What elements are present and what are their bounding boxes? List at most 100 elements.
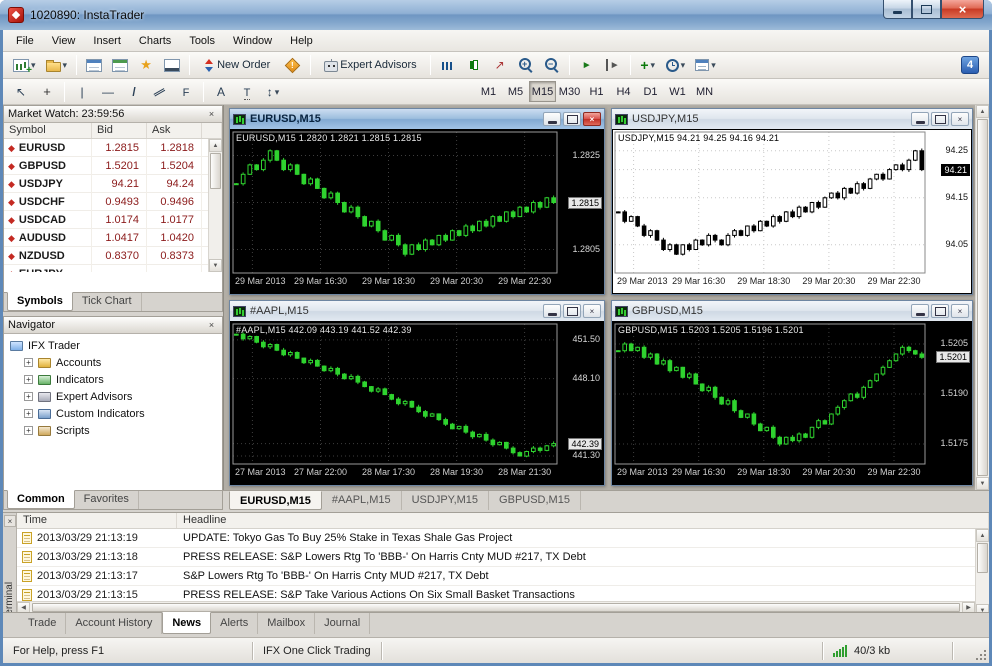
close-panel-icon[interactable] (4, 515, 16, 527)
restore-button[interactable] (931, 112, 949, 126)
templates-button[interactable] (691, 54, 720, 76)
market-watch-row[interactable]: USDCAD 1.01741.0177 (4, 211, 222, 229)
close-button[interactable] (583, 112, 601, 126)
chart-tab-gbpusd[interactable]: GBPUSD,M15 (489, 491, 581, 510)
menu-item-help[interactable]: Help (281, 32, 322, 50)
window-titlebar[interactable]: 1020890: InstaTrader (0, 0, 992, 30)
market-watch-row[interactable]: GBPUSD 1.52011.5204 (4, 157, 222, 175)
market-watch-row[interactable]: AUDUSD 1.04171.0420 (4, 229, 222, 247)
timeframe-button-m30[interactable]: M30 (556, 81, 583, 102)
tab-journal[interactable]: Journal (315, 613, 371, 634)
timeframe-button-w1[interactable]: W1 (664, 81, 691, 102)
tab-common[interactable]: Common (7, 490, 75, 509)
column-header-symbol[interactable]: Symbol (4, 123, 92, 138)
profiles-button[interactable] (42, 54, 72, 76)
menu-item-view[interactable]: View (43, 32, 85, 50)
minimize-button[interactable] (911, 304, 929, 318)
fibonacci-button[interactable] (174, 81, 198, 103)
text-button[interactable] (209, 81, 233, 103)
candlestick-chart[interactable]: USDJPY,M15 94.21 94.25 94.16 94.21 94.25 9… (613, 130, 971, 293)
trendline-button[interactable] (122, 81, 146, 103)
data-window-button[interactable] (108, 54, 132, 76)
scroll-down-icon[interactable] (976, 604, 989, 612)
restore-button[interactable] (563, 304, 581, 318)
periods-button[interactable] (662, 54, 690, 76)
scrollbar-thumb[interactable] (977, 119, 988, 476)
horizontal-line-button[interactable] (96, 81, 120, 103)
tab-symbols[interactable]: Symbols (7, 292, 73, 311)
status-one-click-trading[interactable]: IFX One Click Trading (253, 641, 382, 660)
timeframe-button-d1[interactable]: D1 (637, 81, 664, 102)
chart-tab-aapl[interactable]: #AAPL,M15 (322, 491, 402, 510)
tab-trade[interactable]: Trade (19, 613, 67, 634)
scroll-right-icon[interactable] (962, 602, 975, 612)
close-button[interactable] (941, 0, 984, 19)
close-button[interactable] (951, 112, 969, 126)
vertical-line-button[interactable] (70, 81, 94, 103)
scrollbar-thumb[interactable] (210, 153, 221, 189)
close-panel-icon[interactable] (205, 319, 218, 332)
alerts-button[interactable]: ! (280, 54, 305, 76)
crosshair-button[interactable] (35, 81, 59, 103)
market-watch-row[interactable]: USDJPY 94.2194.24 (4, 175, 222, 193)
tab-news[interactable]: News (162, 612, 212, 634)
chart-tab-usdjpy[interactable]: USDJPY,M15 (402, 491, 490, 510)
news-row[interactable]: 2013/03/29 21:13:17 S&P Lowers Rtg To 'BB… (17, 567, 989, 586)
menu-item-insert[interactable]: Insert (84, 32, 130, 50)
candlestick-chart[interactable]: #AAPL,M15 442.09 443.19 441.52 442.39 451… (231, 322, 603, 484)
maximize-button[interactable] (912, 0, 941, 19)
menu-item-window[interactable]: Window (224, 32, 281, 50)
candlestick-button[interactable] (462, 54, 486, 76)
market-watch-row[interactable]: USDCHF 0.94930.9496 (4, 193, 222, 211)
tree-item-custom-indicators[interactable]: Custom Indicators (4, 405, 222, 422)
column-header-bid[interactable]: Bid (92, 123, 147, 138)
workspace-scrollbar[interactable] (975, 105, 989, 490)
arrow-tools-button[interactable] (261, 81, 285, 103)
expert-advisors-button[interactable]: Expert Advisors (316, 54, 424, 76)
scroll-down-icon[interactable] (209, 259, 222, 272)
resize-grip[interactable] (974, 648, 987, 661)
market-watch-titlebar[interactable]: Market Watch: 23:59:56 (4, 106, 222, 123)
new-chart-button[interactable] (9, 54, 40, 76)
timeframe-button-mn[interactable]: MN (691, 81, 718, 102)
scroll-down-icon[interactable] (976, 477, 989, 490)
market-watch-row[interactable]: NZDUSD 0.83700.8373 (4, 247, 222, 265)
bar-chart-button[interactable] (436, 54, 460, 76)
indicators-button[interactable] (636, 54, 660, 76)
candlestick-chart[interactable]: EURUSD,M15 1.2820 1.2821 1.2815 1.2815 1.… (231, 130, 603, 293)
notification-badge[interactable]: 4 (961, 56, 979, 74)
auto-scroll-button[interactable] (575, 54, 599, 76)
zoom-in-button[interactable] (514, 54, 538, 76)
menu-item-file[interactable]: File (7, 32, 43, 50)
navigator-titlebar[interactable]: Navigator (4, 317, 222, 334)
expand-plus-icon[interactable] (24, 426, 33, 435)
candlestick-chart[interactable]: GBPUSD,M15 1.5203 1.5205 1.5196 1.5201 1.… (613, 322, 971, 484)
news-horizontal-scrollbar[interactable] (17, 601, 975, 612)
close-button[interactable] (583, 304, 601, 318)
menu-item-charts[interactable]: Charts (130, 32, 180, 50)
timeframe-button-m5[interactable]: M5 (502, 81, 529, 102)
minimize-button[interactable] (911, 112, 929, 126)
close-button[interactable] (951, 304, 969, 318)
navigator-button[interactable] (134, 54, 158, 76)
timeframe-button-m1[interactable]: M1 (475, 81, 502, 102)
chart-window-titlebar[interactable]: EURUSD,M15 (230, 109, 604, 129)
scroll-up-icon[interactable] (976, 529, 989, 542)
chart-tab-eurusd[interactable]: EURUSD,M15 (229, 491, 322, 510)
new-order-button[interactable]: New Order (195, 54, 278, 76)
tab-alerts[interactable]: Alerts (211, 613, 259, 634)
scroll-up-icon[interactable] (976, 105, 989, 118)
column-header-headline[interactable]: Headline (177, 513, 989, 528)
chart-window-titlebar[interactable]: #AAPL,M15 (230, 301, 604, 321)
terminal-button[interactable] (160, 54, 184, 76)
tree-item-scripts[interactable]: Scripts (4, 422, 222, 439)
scrollbar-thumb[interactable] (977, 543, 988, 573)
channel-button[interactable] (148, 81, 172, 103)
text-label-button[interactable] (235, 81, 259, 103)
tree-item-accounts[interactable]: Accounts (4, 354, 222, 371)
minimize-button[interactable] (883, 0, 912, 19)
chart-window-titlebar[interactable]: USDJPY,M15 (612, 109, 972, 129)
scroll-left-icon[interactable] (17, 602, 30, 612)
news-row[interactable]: 2013/03/29 21:13:19 UPDATE: Tokyo Gas To … (17, 529, 989, 548)
column-header-time[interactable]: Time (17, 513, 177, 528)
